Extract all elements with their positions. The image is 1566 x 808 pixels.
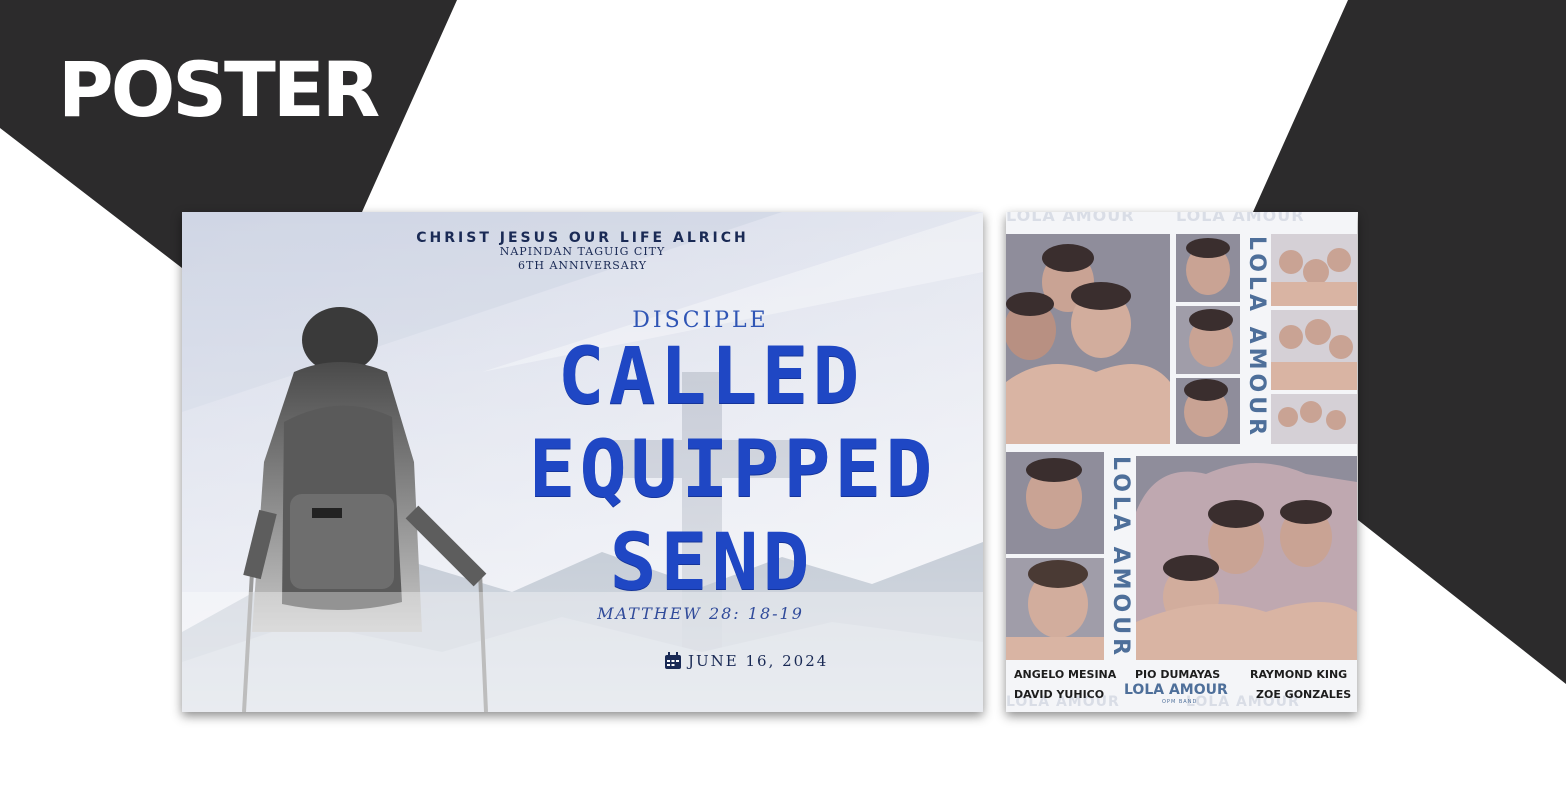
- photo-panel: [1271, 394, 1357, 444]
- photo-panel: [1271, 310, 1357, 390]
- member-name: RAYMOND KING: [1250, 668, 1348, 681]
- theme-word-called: CALLED: [557, 332, 864, 422]
- calendar-icon: [665, 652, 681, 669]
- band-subtitle: OPM BAND: [1162, 699, 1198, 705]
- band-name: LOLA AMOUR: [1124, 682, 1228, 698]
- photo-panel: [1176, 234, 1240, 302]
- photo-panel: [1006, 558, 1104, 660]
- photo-panel: [1006, 452, 1104, 554]
- anniversary-label: 6TH ANNIVERSARY: [518, 259, 647, 272]
- photo-panel: [1006, 234, 1170, 444]
- page-heading: POSTER: [58, 45, 380, 134]
- theme-word-send: SEND: [609, 518, 814, 608]
- band-photo-collage: [1006, 234, 1357, 660]
- event-date: JUNE 16, 2024: [664, 652, 828, 670]
- theme-eyebrow: DISCIPLE: [632, 308, 769, 333]
- photo-panel: [1136, 456, 1357, 660]
- event-date-text: JUNE 16, 2024: [688, 652, 829, 670]
- vertical-band-title: LOLA AMOUR: [1108, 456, 1133, 660]
- photo-panel: [1176, 378, 1240, 444]
- disciple-poster: CHRIST JESUS OUR LIFE ALRICH NAPINDAN TA…: [182, 212, 983, 712]
- theme-word-equipped: EQUIPPED: [528, 425, 937, 515]
- church-location: NAPINDAN TAGUIG CITY: [499, 245, 666, 258]
- band-poster: LOLA AMOUR LOLA AMOUR LOLA AMOUR LOLA AM…: [1006, 212, 1357, 712]
- member-name: ANGELO MESINA: [1014, 668, 1117, 681]
- member-name: PIO DUMAYAS: [1135, 668, 1221, 681]
- vertical-band-title: LOLA AMOUR: [1244, 236, 1269, 440]
- church-name: CHRIST JESUS OUR LIFE ALRICH: [416, 230, 749, 246]
- photo-panel: [1176, 306, 1240, 374]
- bible-verse: MATTHEW 28: 18-19: [597, 604, 804, 623]
- photo-panel: [1271, 234, 1357, 306]
- member-name: DAVID YUHICO: [1014, 688, 1105, 701]
- member-name: ZOE GONZALES: [1256, 688, 1352, 701]
